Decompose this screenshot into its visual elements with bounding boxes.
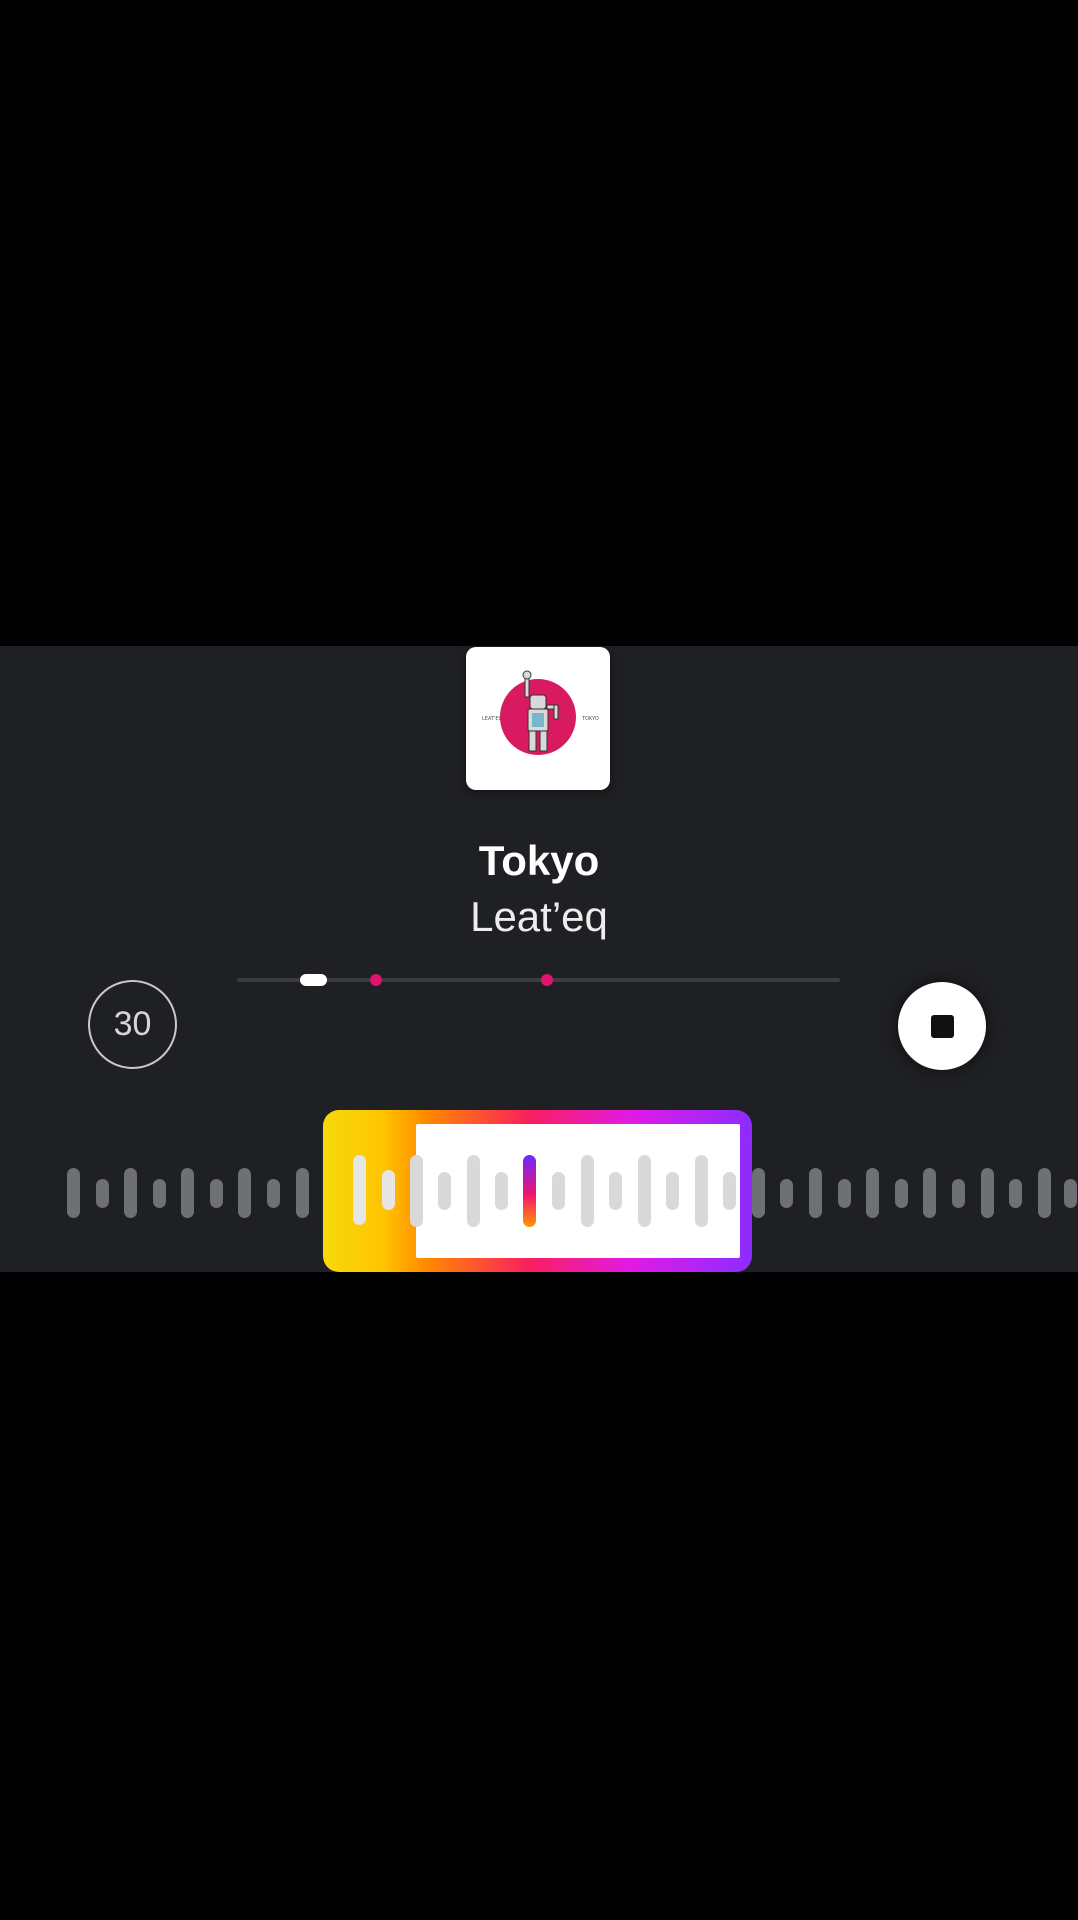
- duration-label: 30: [113, 1005, 152, 1043]
- waveform-bar: [866, 1168, 879, 1218]
- stop-button[interactable]: [898, 982, 986, 1070]
- waveform-bar: [952, 1179, 965, 1208]
- waveform-bar: [210, 1179, 223, 1208]
- waveform-bar: [638, 1155, 651, 1227]
- waveform-bar: [752, 1168, 765, 1218]
- waveform-bar: [809, 1168, 822, 1218]
- waveform-bar: [438, 1172, 451, 1210]
- stop-icon: [930, 1014, 954, 1038]
- waveform-bar: [581, 1155, 594, 1227]
- waveform-bar: [838, 1179, 851, 1208]
- waveform-bar: [1009, 1179, 1022, 1208]
- waveform-bar: [1038, 1168, 1051, 1218]
- duration-button[interactable]: 30: [88, 980, 177, 1069]
- song-title: Tokyo: [478, 837, 600, 884]
- waveform-bar: [410, 1155, 423, 1227]
- waveform-bar: [695, 1155, 708, 1227]
- clip-selection-inner: [410, 1124, 740, 1258]
- svg-text:TOKYO: TOKYO: [581, 716, 599, 722]
- album-cover: LEAT'EQ TOKYO: [466, 647, 610, 790]
- waveform-bar: [609, 1172, 622, 1210]
- waveform-bar: [67, 1168, 80, 1218]
- waveform-bar: [467, 1155, 480, 1227]
- waveform-bar: [923, 1168, 936, 1218]
- timeline-marker: [541, 974, 553, 986]
- playback-cursor: [523, 1155, 536, 1227]
- waveform-bar: [382, 1170, 395, 1210]
- svg-text:LEAT'EQ: LEAT'EQ: [482, 716, 503, 722]
- waveform-bar: [296, 1168, 309, 1218]
- waveform-bar: [353, 1155, 366, 1225]
- waveform-bar: [124, 1168, 137, 1218]
- waveform-bar: [552, 1172, 565, 1210]
- timeline-track[interactable]: [237, 978, 840, 982]
- waveform-bar: [181, 1168, 194, 1218]
- clip-selection-window[interactable]: [323, 1110, 752, 1272]
- waveform-bar: [153, 1179, 166, 1208]
- waveform-bar: [1064, 1179, 1077, 1208]
- waveform-bar: [981, 1168, 994, 1218]
- waveform-bar: [267, 1179, 280, 1208]
- waveform-bar: [666, 1172, 679, 1210]
- timeline-marker: [370, 974, 382, 986]
- waveform-bar: [238, 1168, 251, 1218]
- song-artist: Leat’eq: [470, 893, 608, 940]
- waveform-bar: [780, 1179, 793, 1208]
- waveform-bar: [723, 1172, 736, 1210]
- timeline-playhead[interactable]: [300, 974, 327, 986]
- waveform-bar: [495, 1172, 508, 1210]
- album-art-icon: LEAT'EQ TOKYO: [482, 670, 599, 755]
- waveform-bar: [895, 1179, 908, 1208]
- waveform-bar: [96, 1179, 109, 1208]
